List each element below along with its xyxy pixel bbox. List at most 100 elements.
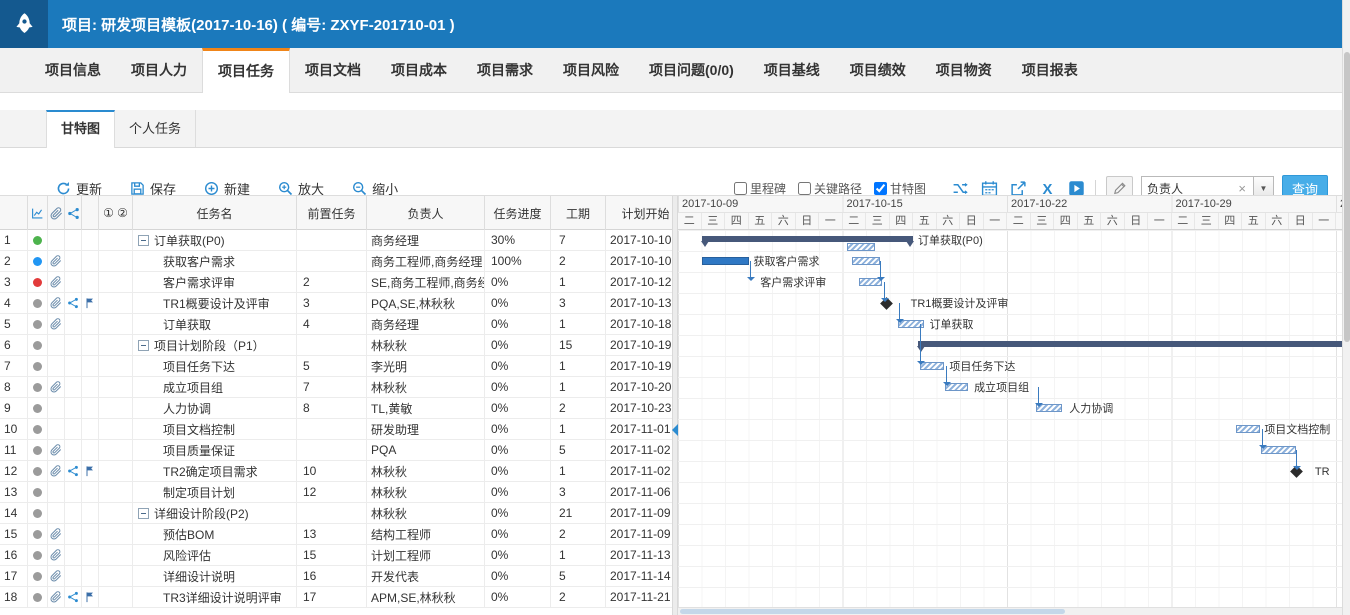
nav-tab-4[interactable]: 项目文档 <box>290 48 376 92</box>
table-row[interactable]: 8成立项目组7林秋秋0%12017-10-20 <box>0 377 672 398</box>
nav-tab-3[interactable]: 项目任务 <box>202 48 290 93</box>
share-icon[interactable] <box>67 465 79 477</box>
table-row[interactable]: 12TR2确定项目需求10林秋秋0%12017-11-02 <box>0 461 672 482</box>
flag-icon[interactable] <box>84 591 96 603</box>
status-dot <box>33 425 42 434</box>
collapse-toggle-icon[interactable] <box>138 340 149 351</box>
status-dot <box>33 404 42 413</box>
table-row[interactable]: 16风险评估15计划工程师0%12017-11-13 <box>0 545 672 566</box>
day-label: 一 <box>984 213 1008 229</box>
app-logo[interactable] <box>0 0 48 48</box>
paperclip-icon[interactable] <box>50 318 62 330</box>
cell-name: 项目计划阶段（P1） <box>133 335 297 356</box>
nav-tab-11[interactable]: 项目物资 <box>921 48 1007 92</box>
nav-tab-10[interactable]: 项目绩效 <box>835 48 921 92</box>
table-row[interactable]: 13制定项目计划12林秋秋0%32017-11-06 <box>0 482 672 503</box>
nav-tab-5[interactable]: 项目成本 <box>376 48 462 92</box>
table-row[interactable]: 2获取客户需求商务工程师,商务经理100%22017-10-10 <box>0 251 672 272</box>
cell-seq: 13 <box>0 482 28 503</box>
flag-icon[interactable] <box>84 297 96 309</box>
cell-start: 2017-10-18 <box>606 314 672 335</box>
paperclip-icon[interactable] <box>50 465 62 477</box>
table-row[interactable]: 6项目计划阶段（P1）林秋秋0%152017-10-19 <box>0 335 672 356</box>
paperclip-icon[interactable] <box>50 528 62 540</box>
table-row[interactable]: 17详细设计说明16开发代表0%52017-11-14 <box>0 566 672 587</box>
summary-bar[interactable] <box>918 341 1342 347</box>
day-label: 日 <box>960 213 984 229</box>
table-row[interactable]: 11项目质量保证PQA0%52017-11-02 <box>0 440 672 461</box>
subtab-1[interactable]: 甘特图 <box>46 110 115 148</box>
cell-flag <box>82 377 99 398</box>
table-row[interactable]: 14详细设计阶段(P2)林秋秋0%212017-11-09 <box>0 503 672 524</box>
dependency-connector <box>920 324 921 361</box>
paperclip-icon[interactable] <box>50 276 62 288</box>
cell-status <box>28 461 48 482</box>
paperclip-icon[interactable] <box>50 444 62 456</box>
cell-attach <box>48 524 65 545</box>
collapse-toggle-icon[interactable] <box>138 508 149 519</box>
cell-progress: 0% <box>485 503 551 524</box>
table-row[interactable]: 5订单获取4商务经理0%12017-10-18 <box>0 314 672 335</box>
share-icon[interactable] <box>67 591 79 603</box>
paperclip-icon[interactable] <box>50 381 62 393</box>
gantt-bar-label: 获取客户需求 <box>754 255 820 269</box>
clear-filter-icon[interactable]: × <box>1236 181 1248 196</box>
paperclip-icon[interactable] <box>50 570 62 582</box>
table-row[interactable]: 9人力协调8TL,黄敏0%22017-10-23 <box>0 398 672 419</box>
scrollbar-thumb[interactable] <box>1344 52 1350 342</box>
pencil-icon <box>1112 181 1127 196</box>
nav-tab-9[interactable]: 项目基线 <box>749 48 835 92</box>
project-title: 项目: 研发项目模板(2017-10-16) ( 编号: ZXYF-201710… <box>62 14 455 35</box>
task-table-panel: ① ②任务名前置任务负责人任务进度工期计划开始 1订单获取(P0)商务经理30%… <box>0 196 672 615</box>
table-row[interactable]: 7项目任务下达5李光明0%12017-10-19 <box>0 356 672 377</box>
paperclip-icon[interactable] <box>50 255 62 267</box>
subtab-bar: 甘特图个人任务 <box>0 110 1342 148</box>
cell-circles <box>99 482 133 503</box>
planned-bar[interactable] <box>847 243 875 251</box>
progress-bar[interactable] <box>702 257 749 265</box>
checkbox-input[interactable] <box>798 182 811 195</box>
checkbox-input[interactable] <box>734 182 747 195</box>
table-header: ① ②任务名前置任务负责人任务进度工期计划开始 <box>0 196 672 230</box>
nav-tab-7[interactable]: 项目风险 <box>548 48 634 92</box>
cell-name: TR1概要设计及评审 <box>133 293 297 314</box>
checkbox-input[interactable] <box>874 182 887 195</box>
table-row[interactable]: 4TR1概要设计及评审3PQA,SE,林秋秋0%32017-10-13 <box>0 293 672 314</box>
cell-name: 成立项目组 <box>133 377 297 398</box>
cell-attach <box>48 461 65 482</box>
planned-bar[interactable] <box>852 257 880 265</box>
nav-tab-8[interactable]: 项目问题(0/0) <box>634 48 749 92</box>
paperclip-icon[interactable] <box>50 549 62 561</box>
cell-share <box>65 503 82 524</box>
window-vertical-scrollbar[interactable] <box>1342 0 1350 615</box>
table-row[interactable]: 10项目文档控制研发助理0%12017-11-01 <box>0 419 672 440</box>
cell-duration: 1 <box>551 461 606 482</box>
collapse-toggle-icon[interactable] <box>138 235 149 246</box>
summary-bar[interactable] <box>702 236 914 242</box>
paperclip-icon <box>50 207 63 220</box>
table-body: 1订单获取(P0)商务经理30%72017-10-102获取客户需求商务工程师,… <box>0 230 672 608</box>
share-icon[interactable] <box>67 297 79 309</box>
cell-duration: 2 <box>551 524 606 545</box>
nav-tab-2[interactable]: 项目人力 <box>116 48 202 92</box>
dependency-connector <box>899 303 900 319</box>
nav-tab-6[interactable]: 项目需求 <box>462 48 548 92</box>
scrollbar-thumb[interactable] <box>680 609 1065 614</box>
table-row[interactable]: 1订单获取(P0)商务经理30%72017-10-10 <box>0 230 672 251</box>
planned-bar[interactable] <box>1236 425 1260 433</box>
paperclip-icon[interactable] <box>50 297 62 309</box>
paperclip-icon[interactable] <box>50 591 62 603</box>
flag-icon[interactable] <box>84 465 96 477</box>
table-row[interactable]: 18TR3详细设计说明评审17APM,SE,林秋秋0%22017-11-21 <box>0 587 672 608</box>
subtab-2[interactable]: 个人任务 <box>115 110 196 147</box>
cell-seq: 8 <box>0 377 28 398</box>
nav-tab-12[interactable]: 项目报表 <box>1007 48 1093 92</box>
table-row[interactable]: 3客户需求评审2SE,商务工程师,商务经理0%12017-10-12 <box>0 272 672 293</box>
cell-duration: 1 <box>551 356 606 377</box>
gantt-horizontal-scrollbar[interactable] <box>678 607 1342 615</box>
day-label: 一 <box>1313 213 1337 229</box>
cell-owner: 李光明 <box>367 356 485 377</box>
table-row[interactable]: 15预估BOM13结构工程师0%22017-11-09 <box>0 524 672 545</box>
nav-tab-1[interactable]: 项目信息 <box>30 48 116 92</box>
cell-owner: 开发代表 <box>367 566 485 587</box>
